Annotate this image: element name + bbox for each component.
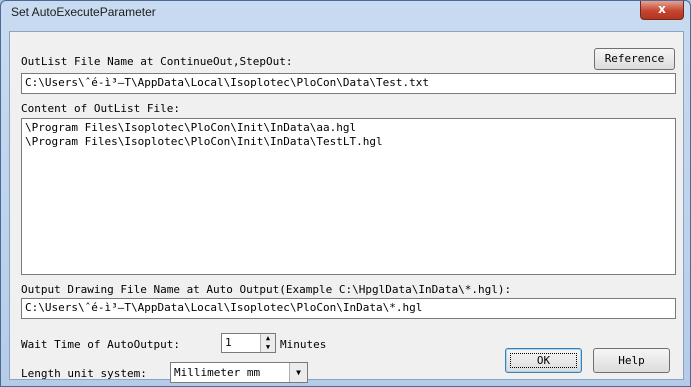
help-button-label: Help xyxy=(618,354,645,367)
close-icon[interactable]: x xyxy=(658,2,666,16)
output-label: Output Drawing File Name at Auto Output(… xyxy=(21,283,512,296)
spinner-arrows[interactable]: ▲ ▼ xyxy=(260,334,275,352)
list-item[interactable]: \Program Files\Isoplotec\PloCon\Init\InD… xyxy=(25,135,672,149)
content-listbox[interactable]: \Program Files\Isoplotec\PloCon\Init\InD… xyxy=(21,118,676,275)
help-button[interactable]: Help xyxy=(593,348,670,373)
ok-button[interactable]: OK xyxy=(505,348,582,373)
output-path-field[interactable]: C:\Users\ˆé-ì³—T\AppData\Local\Isoplotec… xyxy=(21,298,676,319)
reference-button-label: Reference xyxy=(604,52,665,65)
dialog-window: Set AutoExecuteParameter x OutList File … xyxy=(0,0,691,387)
close-button[interactable]: x xyxy=(640,1,684,20)
focus-rect xyxy=(510,353,577,368)
dialog-body: OutList File Name at ContinueOut,StepOut… xyxy=(9,31,684,383)
spin-down-icon[interactable]: ▼ xyxy=(261,343,275,352)
length-unit-value: Millimeter mm xyxy=(174,366,261,379)
wait-time-spinner[interactable]: 1 ▲ ▼ xyxy=(221,333,276,353)
content-label: Content of OutList File: xyxy=(21,102,180,115)
outlist-label: OutList File Name at ContinueOut,StepOut… xyxy=(21,55,293,68)
length-unit-select[interactable]: Millimeter mm ▼ xyxy=(170,362,308,383)
chevron-down-icon[interactable]: ▼ xyxy=(289,363,307,382)
title-bar[interactable]: Set AutoExecuteParameter x xyxy=(1,1,690,25)
spin-up-icon[interactable]: ▲ xyxy=(261,334,275,343)
outlist-path-field[interactable]: C:\Users\ˆé-ì³—T\AppData\Local\Isoplotec… xyxy=(21,73,676,94)
list-item[interactable]: \Program Files\Isoplotec\PloCon\Init\InD… xyxy=(25,121,672,135)
wait-time-value[interactable]: 1 xyxy=(225,336,232,349)
reference-button[interactable]: Reference xyxy=(594,48,675,70)
window-title: Set AutoExecuteParameter xyxy=(11,5,156,19)
wait-time-unit: Minutes xyxy=(280,338,327,351)
wait-time-label: Wait Time of AutoOutput: xyxy=(21,338,180,351)
length-unit-label: Length unit system: xyxy=(21,367,147,380)
